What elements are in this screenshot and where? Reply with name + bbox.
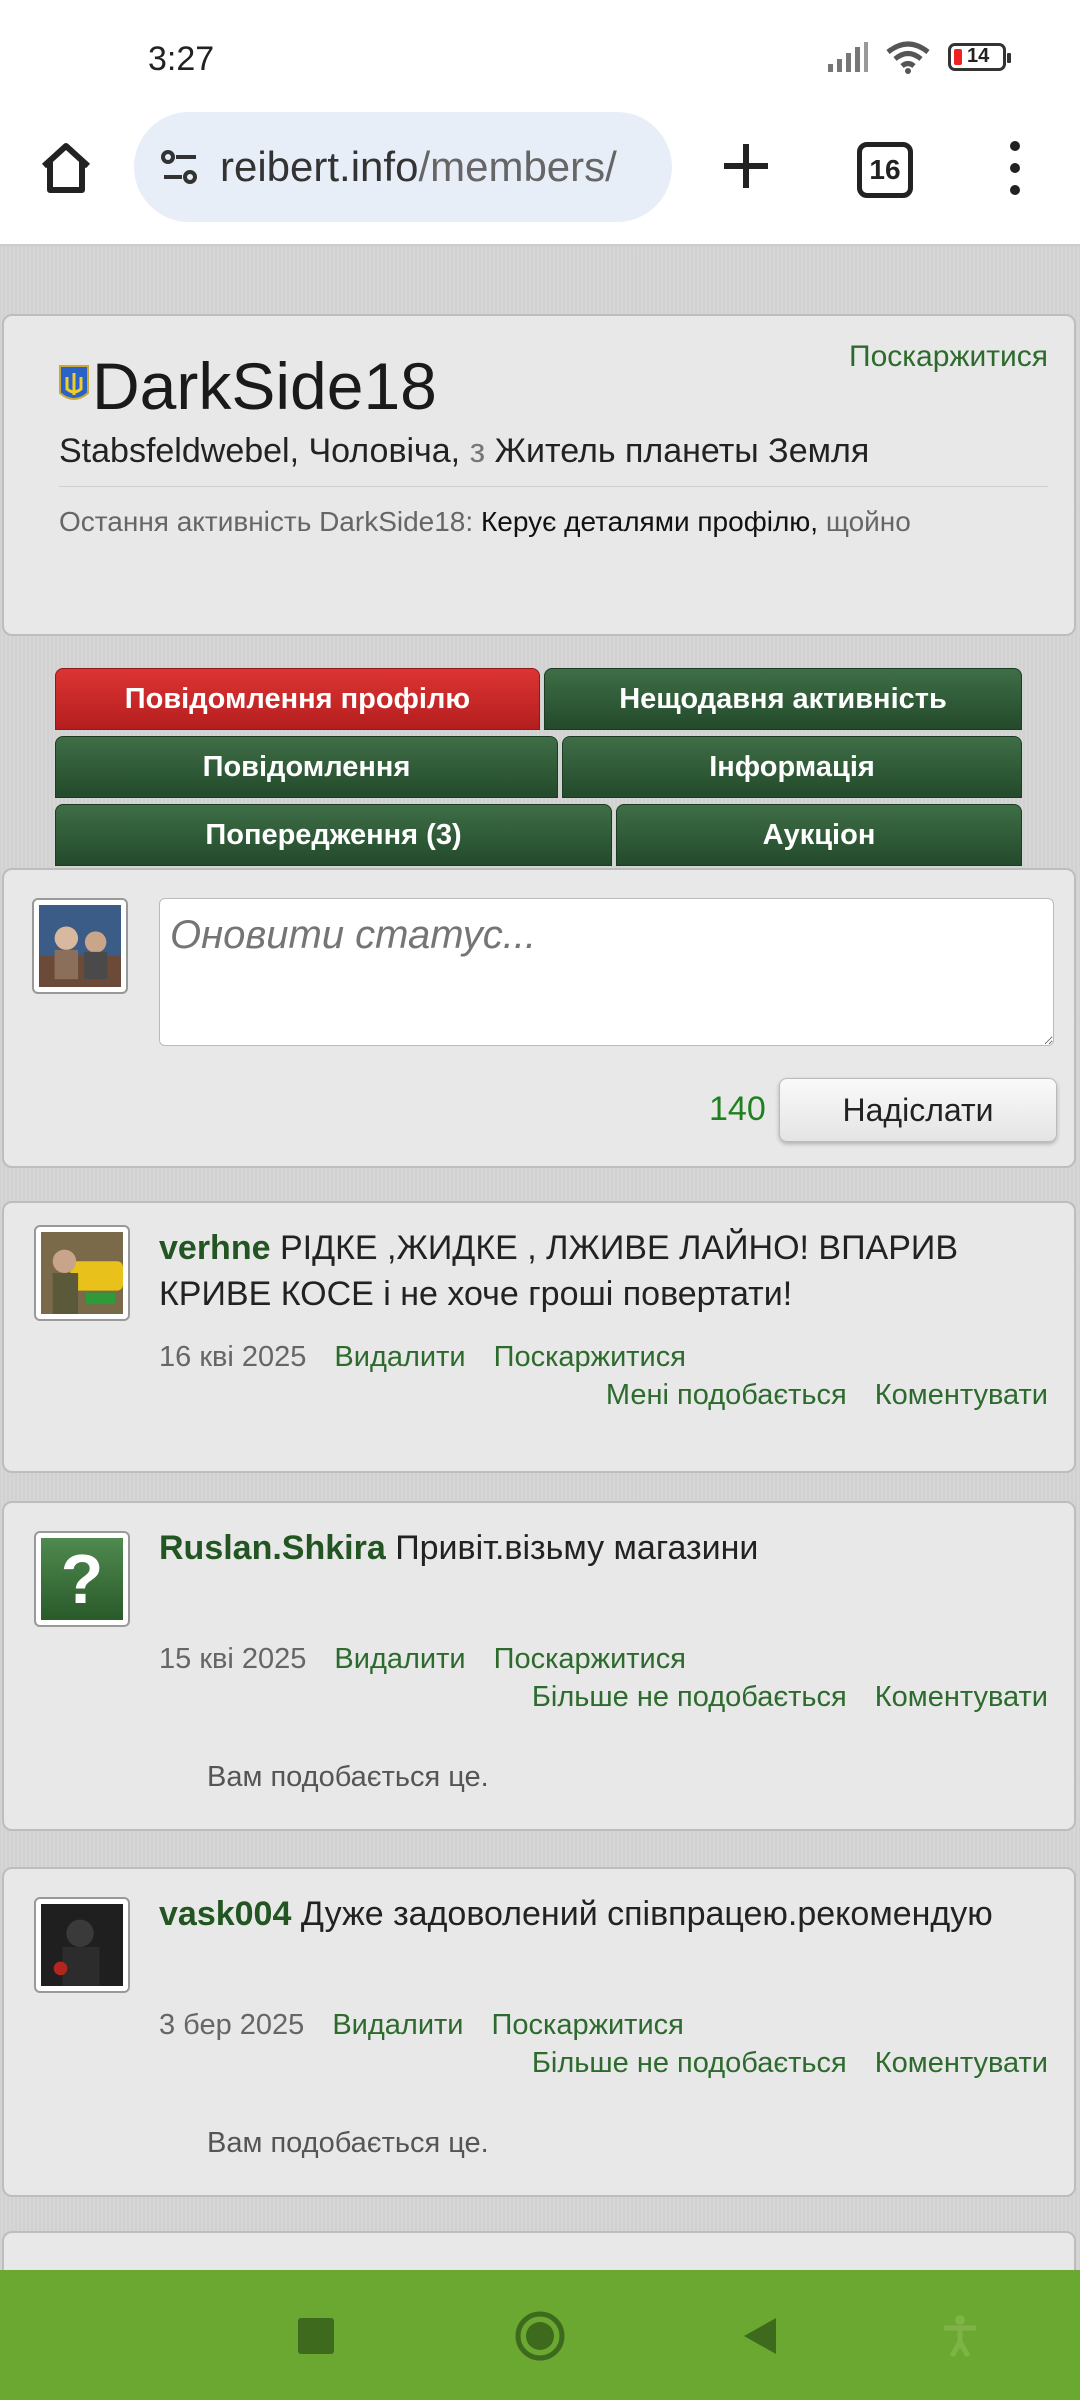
- from-word: з: [469, 432, 486, 470]
- post-actions: Більше не подобається Коментувати: [532, 1681, 1048, 1714]
- post-actions: Мені подобається Коментувати: [606, 1379, 1048, 1412]
- profile-header: DarkSide18 Поскаржитися Stabsfeldwebel, …: [2, 314, 1076, 636]
- avatar[interactable]: [32, 898, 128, 994]
- system-navigation-bar: [0, 2270, 1080, 2400]
- post-meta: 16 кві 2025 Видалити Поскаржитися: [159, 1341, 686, 1374]
- delete-link[interactable]: Видалити: [332, 2009, 463, 2042]
- url-path: /members/: [418, 143, 617, 190]
- author-avatar[interactable]: [34, 1897, 130, 1993]
- post-meta: 15 кві 2025 Видалити Поскаржитися: [159, 1643, 686, 1676]
- profile-post-partial: [2, 2231, 1076, 2270]
- battery-icon: 14: [948, 43, 1011, 71]
- profile-post: ? Ruslan.Shkira Привіт.візьму магазини 1…: [2, 1501, 1076, 1831]
- profile-post: verhne РІДКЕ ,ЖИДКЕ , ЛЖИВЕ ЛАЙНО! ВПАРИ…: [2, 1201, 1076, 1473]
- address-bar[interactable]: reibert.info/members/: [134, 112, 672, 222]
- post-text: Привіт.візьму магазини: [395, 1529, 759, 1567]
- post-date: 16 кві 2025: [159, 1341, 307, 1373]
- like-link[interactable]: Мені подобається: [606, 1379, 847, 1412]
- liked-note: Вам подобається це.: [207, 2127, 489, 2159]
- report-link[interactable]: Поскаржитися: [492, 2009, 684, 2042]
- author-avatar[interactable]: [34, 1225, 130, 1321]
- delete-link[interactable]: Видалити: [334, 1643, 465, 1676]
- status-bar: 3:27 14: [0, 0, 1080, 112]
- url-domain: reibert.info: [220, 143, 419, 190]
- activity-text: Керує деталями профілю,: [480, 506, 819, 537]
- post-author-link[interactable]: vask004: [159, 1895, 291, 1933]
- char-counter: 140: [709, 1090, 766, 1128]
- tab-switcher-button[interactable]: 16: [857, 142, 913, 198]
- post-actions: Більше не подобається Коментувати: [532, 2047, 1048, 2080]
- profile-rank: Stabsfeldwebel, Чоловіча,: [59, 432, 461, 470]
- post-text: Дуже задоволений співпрацею.рекомендую: [300, 1895, 993, 1933]
- comment-link[interactable]: Коментувати: [875, 2047, 1048, 2080]
- default-avatar-icon: ?: [41, 1538, 123, 1620]
- post-text: РІДКЕ ,ЖИДКЕ , ЛЖИВЕ ЛАЙНО! ВПАРИВ КРИВЕ…: [159, 1229, 959, 1313]
- comment-link[interactable]: Коментувати: [875, 1681, 1048, 1714]
- post-author-link[interactable]: verhne: [159, 1229, 271, 1267]
- post-meta: 3 бер 2025 Видалити Поскаржитися: [159, 2009, 684, 2042]
- wifi-icon: [886, 41, 930, 74]
- page-content: DarkSide18 Поскаржитися Stabsfeldwebel, …: [0, 246, 1080, 2270]
- last-activity: Остання активність DarkSide18: Керує дет…: [59, 506, 911, 538]
- site-settings-icon[interactable]: [156, 143, 204, 191]
- activity-label: Остання активність DarkSide18:: [59, 506, 474, 537]
- send-button[interactable]: Надіслати: [779, 1078, 1057, 1142]
- tab-information[interactable]: Інформація: [562, 736, 1022, 798]
- tab-profile-posts[interactable]: Повідомлення профілю: [55, 668, 540, 730]
- divider: [59, 486, 1048, 487]
- tab-recent-activity[interactable]: Нещодавня активність: [544, 668, 1022, 730]
- signal-icon: [828, 42, 868, 72]
- post-message: vask004 Дуже задоволений співпрацею.реко…: [159, 1891, 1059, 1937]
- accessibility-icon[interactable]: [940, 2314, 980, 2358]
- report-profile-link[interactable]: Поскаржитися: [849, 340, 1048, 374]
- activity-time: щойно: [825, 506, 911, 537]
- profile-rank-line: Stabsfeldwebel, Чоловіча, з Житель плане…: [59, 432, 869, 471]
- new-tab-icon[interactable]: [720, 140, 772, 192]
- url-text[interactable]: reibert.info/members/: [220, 143, 660, 191]
- post-date: 15 кві 2025: [159, 1643, 307, 1675]
- status-composer: 140 Надіслати: [2, 868, 1076, 1168]
- profile-username: DarkSide18: [92, 349, 437, 423]
- profile-location: Житель планеты Земля: [494, 432, 870, 470]
- recents-button[interactable]: [298, 2318, 334, 2354]
- home-nav-icon[interactable]: [514, 2310, 566, 2362]
- status-input[interactable]: [159, 898, 1054, 1046]
- author-avatar-image: [41, 1904, 123, 1986]
- ukraine-flag-icon: [59, 365, 89, 400]
- post-author-link[interactable]: Ruslan.Shkira: [159, 1529, 386, 1567]
- home-icon[interactable]: [36, 138, 96, 198]
- battery-level: 14: [967, 45, 990, 67]
- system-icons: 14: [828, 40, 1011, 74]
- report-link[interactable]: Поскаржитися: [494, 1341, 686, 1374]
- unlike-link[interactable]: Більше не подобається: [532, 2047, 847, 2080]
- post-date: 3 бер 2025: [159, 2009, 305, 2041]
- author-avatar-image: [41, 1232, 123, 1314]
- profile-post: vask004 Дуже задоволений співпрацею.реко…: [2, 1867, 1076, 2197]
- author-avatar[interactable]: ?: [34, 1531, 130, 1627]
- post-message: Ruslan.Shkira Привіт.візьму магазини: [159, 1525, 1059, 1571]
- tab-auction[interactable]: Аукціон: [616, 804, 1022, 866]
- user-avatar-image: [39, 905, 121, 987]
- unlike-link[interactable]: Більше не подобається: [532, 1681, 847, 1714]
- tab-warnings[interactable]: Попередження (3): [55, 804, 612, 866]
- tab-postings[interactable]: Повідомлення: [55, 736, 558, 798]
- post-message: verhne РІДКЕ ,ЖИДКЕ , ЛЖИВЕ ЛАЙНО! ВПАРИ…: [159, 1225, 1059, 1317]
- overflow-menu-icon[interactable]: [1000, 140, 1030, 196]
- liked-note: Вам подобається це.: [207, 1761, 489, 1793]
- report-link[interactable]: Поскаржитися: [494, 1643, 686, 1676]
- delete-link[interactable]: Видалити: [334, 1341, 465, 1374]
- clock: 3:27: [148, 40, 215, 78]
- comment-link[interactable]: Коментувати: [875, 1379, 1048, 1412]
- back-nav-icon[interactable]: [740, 2316, 780, 2356]
